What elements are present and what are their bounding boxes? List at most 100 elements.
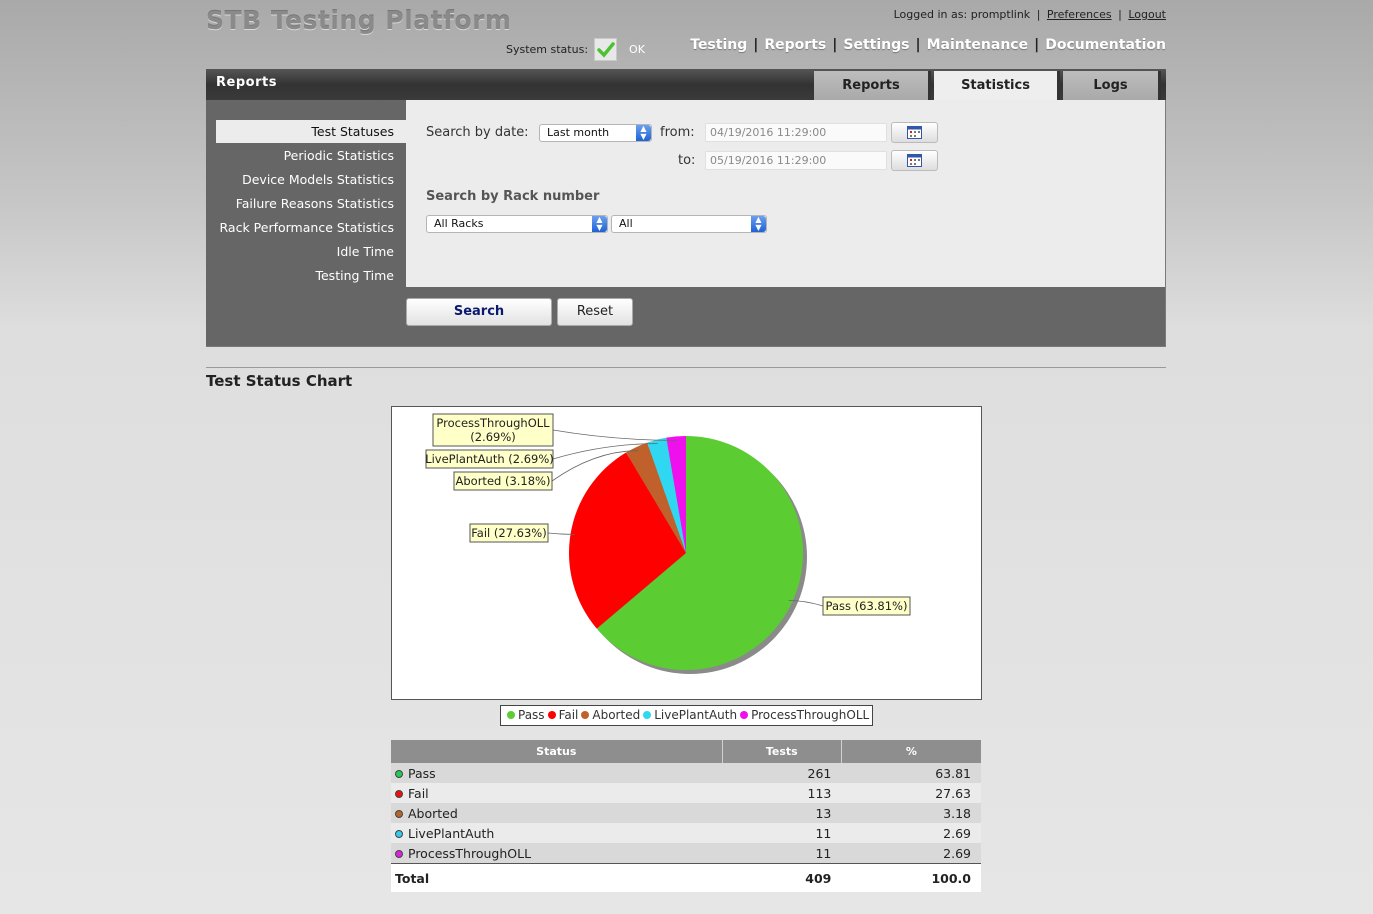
search-by-rack-label: Search by Rack number — [426, 189, 600, 204]
table-row: Pass 261 63.81 — [391, 763, 981, 783]
username: promptlink — [970, 8, 1031, 21]
legend-swatch — [547, 711, 556, 719]
separator: | — [1036, 8, 1041, 21]
sidebar-item-failure-reasons-statistics[interactable]: Failure Reasons Statistics — [216, 192, 406, 215]
data-label: LivePlantAuth (2.69%) — [425, 452, 554, 466]
panel-title: Reports — [216, 75, 277, 90]
legend-entry: LivePlantAuth — [654, 708, 738, 722]
system-status-value: OK — [629, 43, 645, 56]
status-label: Pass — [408, 765, 436, 781]
calendar-icon — [907, 154, 922, 167]
system-status: System status: OK — [506, 38, 645, 61]
tests-cell: 261 — [722, 763, 842, 783]
sub-select-value: All — [619, 217, 633, 230]
login-line: Logged in as: promptlink | Preferences |… — [894, 8, 1166, 21]
nav-testing[interactable]: Testing — [690, 37, 747, 53]
status-label: ProcessThroughOLL — [408, 845, 532, 861]
chart-section-title: Test Status Chart — [206, 372, 353, 390]
sidebar-item-test-statuses[interactable]: Test Statuses — [216, 120, 406, 143]
status-cell: Aborted — [391, 803, 723, 823]
main-nav: Testing | Reports | Settings | Maintenance | Doc… — [690, 37, 1166, 53]
date-preset-select[interactable]: Last month ▲ ▼ — [539, 124, 652, 142]
rack-select[interactable]: All Racks ▲ ▼ — [426, 215, 608, 233]
sub-select[interactable]: All ▲ ▼ — [611, 215, 767, 233]
pie-chart-box: Pass (63.81%) Fail (27.63%) Aborted (3.18%… — [391, 406, 982, 700]
legend-entry: Pass — [518, 708, 545, 722]
tab-reports[interactable]: Reports — [814, 71, 931, 100]
tests-cell: 13 — [722, 803, 842, 823]
select-arrows-icon: ▲ ▼ — [751, 216, 766, 232]
from-calendar-button[interactable] — [891, 122, 938, 143]
from-date-input[interactable]: 04/19/2016 11:29:00 — [705, 123, 887, 142]
status-label: Fail — [408, 785, 429, 801]
tests-cell: 11 — [722, 823, 842, 843]
legend-entry: ProcessThroughOLL — [751, 708, 870, 722]
to-date-input[interactable]: 05/19/2016 11:29:00 — [705, 151, 887, 170]
calendar-icon — [907, 126, 922, 139]
check-icon — [594, 38, 618, 61]
legend-swatch — [581, 711, 590, 719]
nav-maintenance[interactable]: Maintenance — [927, 37, 1029, 53]
sidebar-item-testing-time[interactable]: Testing Time — [216, 264, 406, 287]
nav-settings[interactable]: Settings — [843, 37, 909, 53]
table-total-row: Total 409 100.0 — [391, 863, 981, 892]
table-row: ProcessThroughOLL 11 2.69 — [391, 843, 981, 864]
stats-table: Status Tests % Pass 261 63.81 Fail 113 27.63 A… — [391, 740, 981, 892]
percent-cell: 3.18 — [841, 803, 981, 823]
column-header-tests: Tests — [722, 740, 842, 763]
preferences-link[interactable]: Preferences — [1047, 8, 1112, 21]
status-dot-icon — [395, 810, 403, 818]
status-cell: Fail — [391, 783, 723, 803]
data-label: Fail (27.63%) — [471, 526, 546, 540]
nav-documentation[interactable]: Documentation — [1045, 37, 1166, 53]
status-label: Aborted — [408, 805, 458, 821]
data-label: Pass (63.81%) — [826, 599, 908, 613]
column-header-percent: % — [841, 740, 981, 763]
reset-button[interactable]: Reset — [557, 298, 633, 326]
percent-cell: 2.69 — [841, 843, 981, 864]
separator: | — [1118, 8, 1122, 21]
to-label: to: — [678, 153, 696, 168]
tab-statistics[interactable]: Statistics — [934, 71, 1060, 101]
total-percent: 100.0 — [841, 863, 981, 892]
data-label: Aborted (3.18%) — [456, 474, 551, 488]
pie-chart: Pass (63.81%) Fail (27.63%) Aborted (3.18%… — [425, 413, 911, 674]
select-arrows-icon: ▲ ▼ — [636, 125, 651, 141]
status-cell: LivePlantAuth — [391, 823, 723, 843]
total-tests: 409 — [722, 863, 842, 892]
rack-select-value: All Racks — [434, 217, 484, 230]
table-row: Aborted 13 3.18 — [391, 803, 981, 823]
logout-link[interactable]: Logout — [1128, 8, 1166, 21]
table-row: Fail 113 27.63 — [391, 783, 981, 803]
column-header-status: Status — [391, 740, 723, 763]
legend-swatch — [643, 711, 652, 719]
table-row: LivePlantAuth 11 2.69 — [391, 823, 981, 843]
app-title: STB Testing Platform — [206, 6, 512, 35]
tests-cell: 11 — [722, 843, 842, 864]
sidebar-item-device-models-statistics[interactable]: Device Models Statistics — [216, 168, 406, 191]
status-label: LivePlantAuth — [408, 825, 495, 841]
search-button[interactable]: Search — [406, 298, 552, 326]
label-leader-line — [552, 429, 677, 441]
nav-reports[interactable]: Reports — [764, 37, 826, 53]
sidebar-item-periodic-statistics[interactable]: Periodic Statistics — [216, 144, 406, 167]
legend-swatch — [740, 711, 749, 719]
tab-logs[interactable]: Logs — [1063, 71, 1161, 100]
status-cell: ProcessThroughOLL — [391, 843, 723, 864]
legend-entry: Fail — [558, 708, 579, 722]
label-leader-line — [547, 532, 575, 535]
tests-cell: 113 — [722, 783, 842, 803]
sidebar-item-rack-performance-statistics[interactable]: Rack Performance Statistics — [216, 216, 406, 239]
total-label: Total — [391, 863, 723, 892]
section-divider — [206, 367, 1166, 368]
percent-cell: 2.69 — [841, 823, 981, 843]
status-dot-icon — [395, 830, 403, 838]
logged-in-label: Logged in as: — [893, 8, 968, 21]
status-dot-icon — [395, 790, 403, 798]
status-cell: Pass — [391, 763, 723, 783]
select-arrows-icon: ▲ ▼ — [592, 216, 607, 232]
to-calendar-button[interactable] — [891, 150, 938, 171]
percent-cell: 27.63 — [841, 783, 981, 803]
sidebar-item-idle-time[interactable]: Idle Time — [216, 240, 406, 263]
status-dot-icon — [395, 850, 403, 858]
